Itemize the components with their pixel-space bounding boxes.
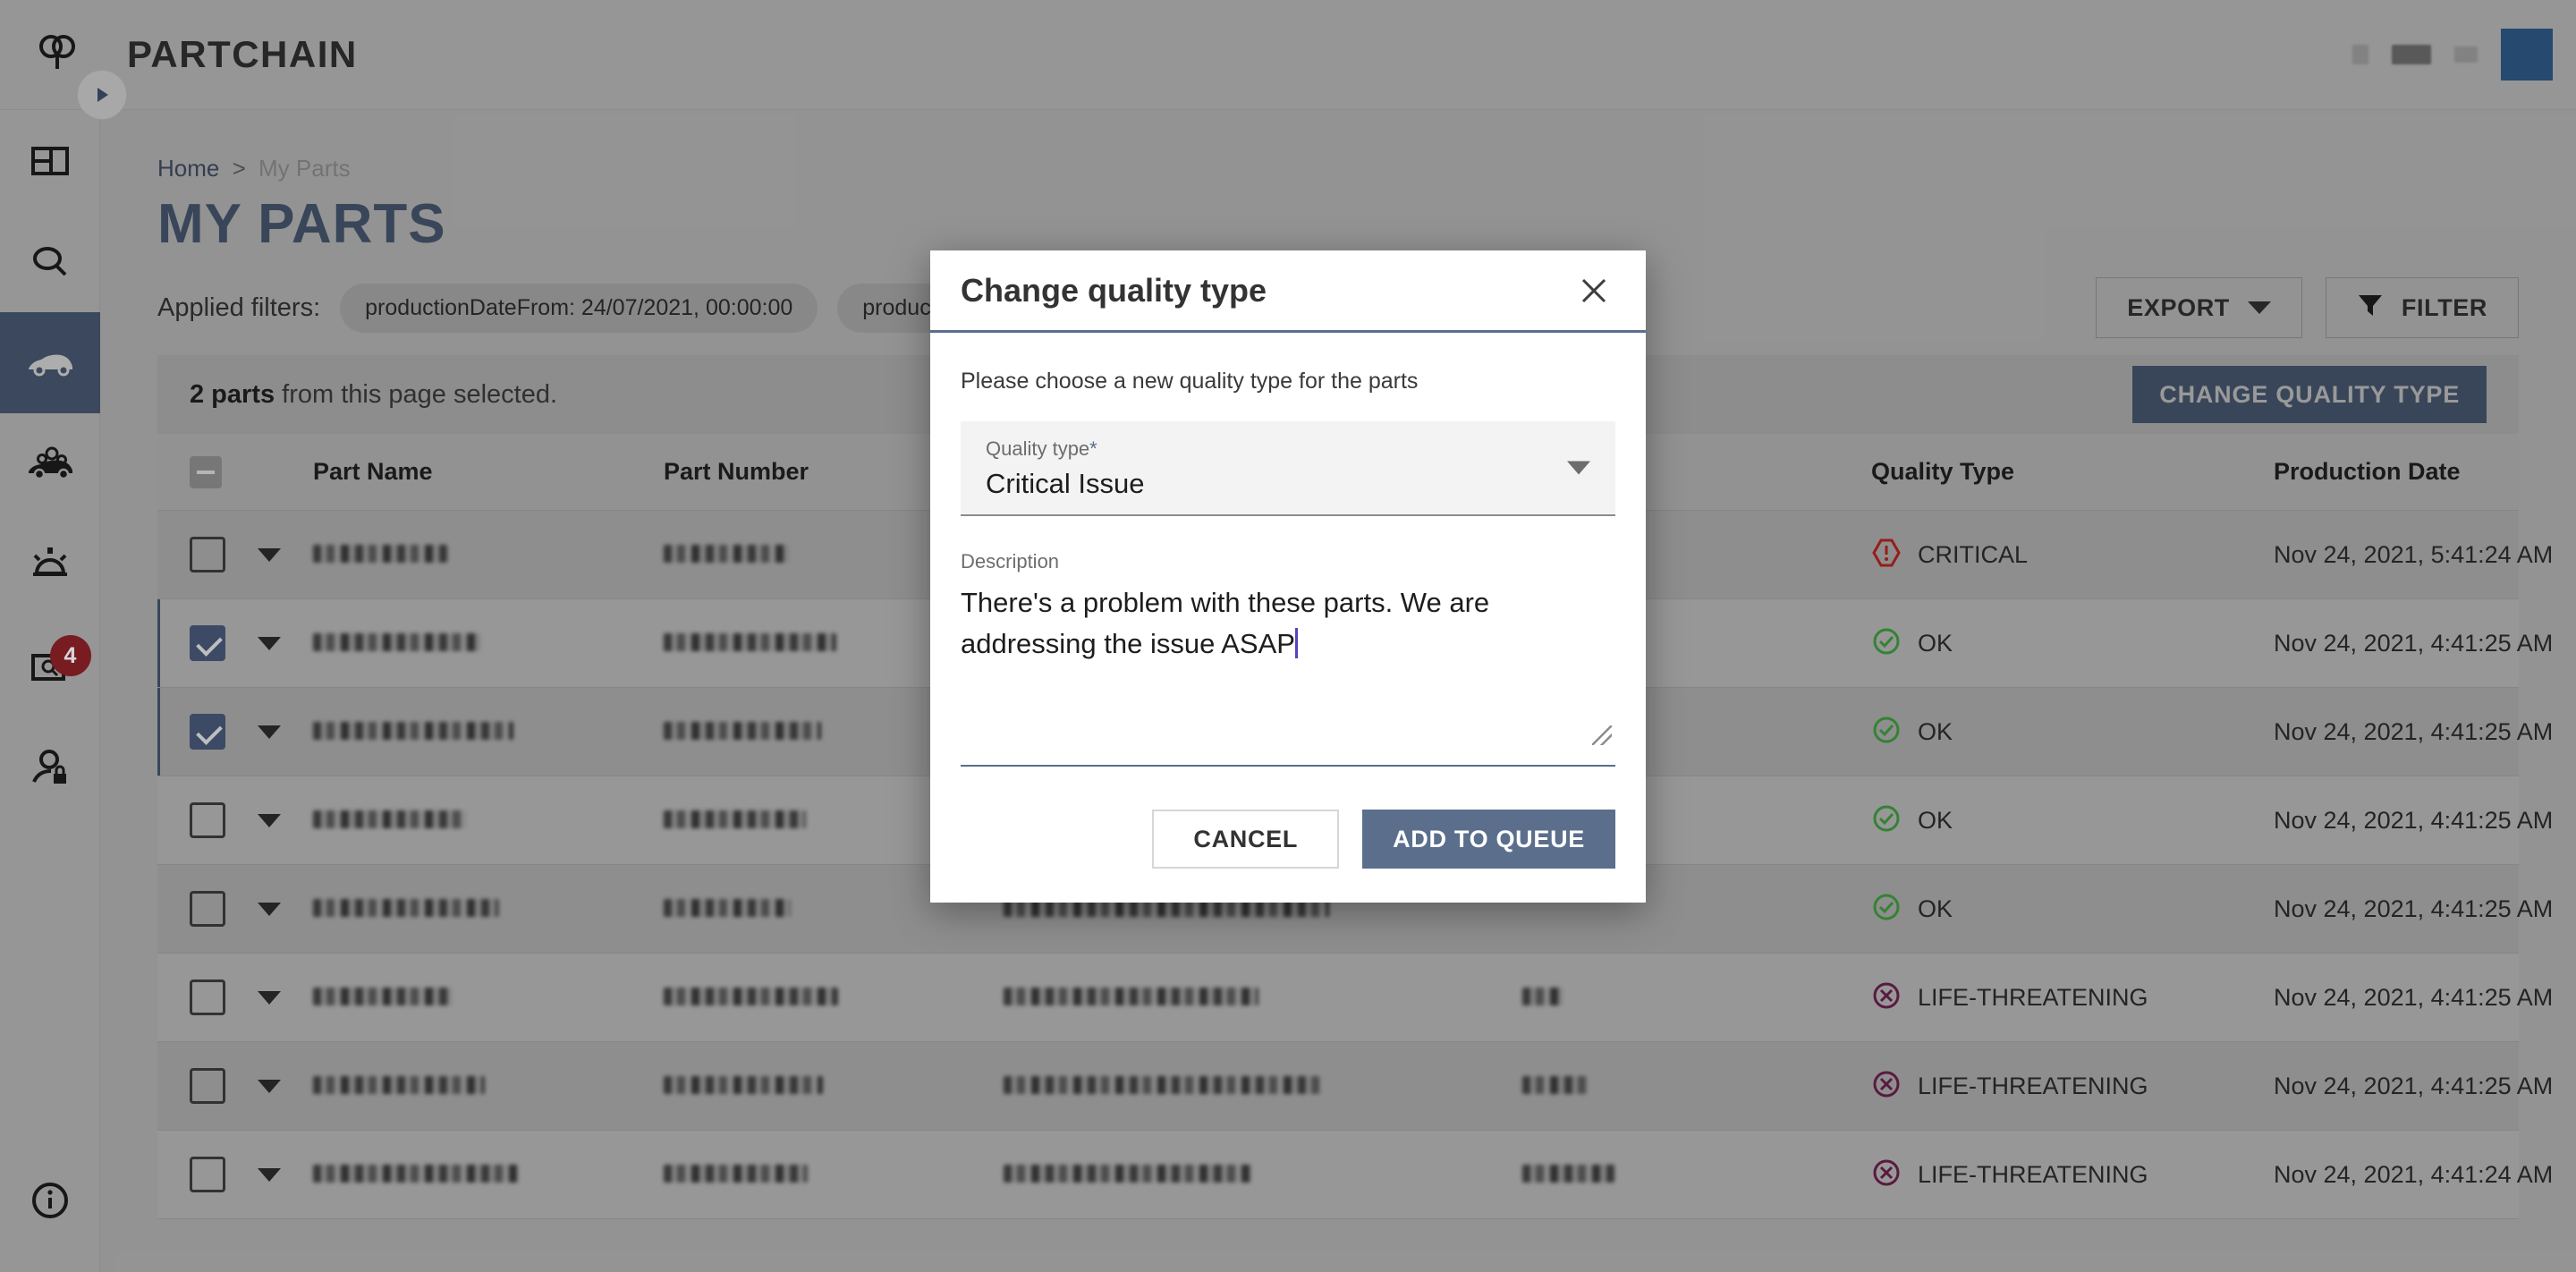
description-input[interactable]: There's a problem with these parts. We a… [961,582,1615,752]
quality-type-label-text: Quality type [986,437,1090,460]
description-value: There's a problem with these parts. We a… [961,587,1497,659]
dialog-title: Change quality type [961,271,1267,309]
description-label: Description [961,550,1060,572]
cancel-button[interactable]: CANCEL [1152,810,1340,869]
required-asterisk: * [1089,437,1097,460]
quality-type-value: Critical Issue [986,468,1145,499]
add-to-queue-button[interactable]: ADD TO QUEUE [1362,810,1615,869]
dialog-subtitle: Please choose a new quality type for the… [961,369,1419,394]
text-cursor [1294,627,1298,658]
chevron-down-icon [1567,461,1590,475]
resize-handle[interactable] [1592,725,1612,745]
quality-type-select[interactable]: Quality type* Critical Issue [961,421,1615,516]
quality-type-label: Quality type* [986,437,1590,461]
dialog-actions: CANCEL ADD TO QUEUE [930,774,1646,903]
change-quality-type-dialog: Change quality type Please choose a new … [930,250,1646,903]
dialog-header: Change quality type [930,250,1646,333]
close-icon[interactable] [1572,269,1615,312]
dialog-body: Please choose a new quality type for the… [930,333,1646,774]
description-field[interactable]: Description There's a problem with these… [961,550,1615,767]
